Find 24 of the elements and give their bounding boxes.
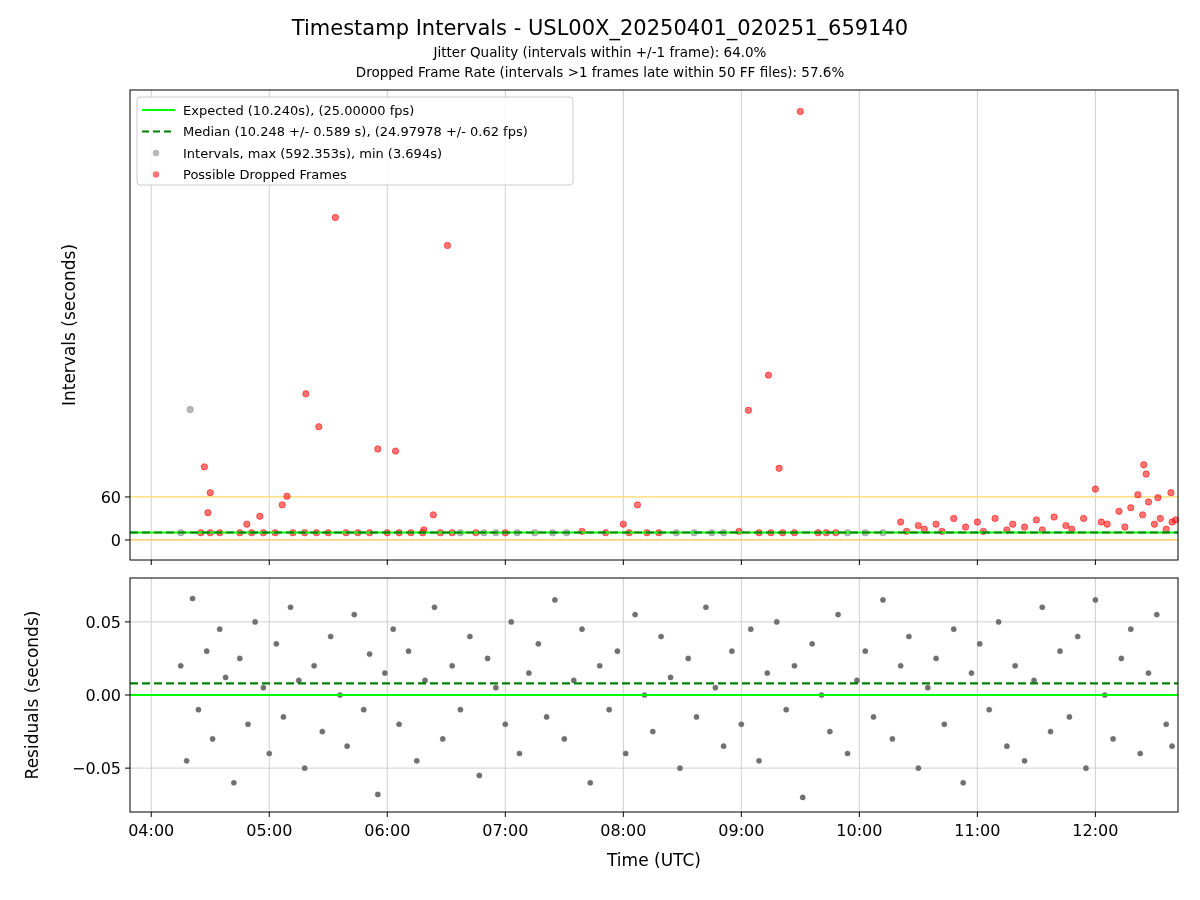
axis-label: Residuals (seconds) <box>22 610 42 780</box>
chart-subtitle: Dropped Frame Rate (intervals >1 frames late within 50 FF files): 57.6% <box>355 63 845 82</box>
tick-label: 0.00 <box>85 686 121 705</box>
tick-label: 11:00 <box>954 821 1001 840</box>
tick-label: 04:00 <box>128 821 175 840</box>
legend-label: Expected (10.240s), (25.00000 fps) <box>183 102 415 118</box>
tick-label: 07:00 <box>482 821 529 840</box>
legend-label: Median (10.248 +/- 0.589 s), (24.97978 +/- 0.62 fps) <box>183 124 528 139</box>
tick-label: 0.05 <box>85 612 121 632</box>
legend-label: Possible Dropped Frames <box>183 167 347 182</box>
tick-label: 06:00 <box>364 821 411 840</box>
tick-label: 10:00 <box>836 821 883 840</box>
tick-label: 12:00 <box>1072 821 1119 840</box>
chart-title: Timestamp Intervals - USL00X_20250401_020251_659140 <box>291 15 909 42</box>
axis-label: Time (UTC) <box>607 850 701 870</box>
legend-label: Intervals, max (592.353s), min (3.694s) <box>183 145 442 161</box>
tick-label: 05:00 <box>246 821 293 840</box>
axis-label: Intervals (seconds) <box>59 243 79 407</box>
tick-label: 08:00 <box>600 821 647 840</box>
tick-label: 0 <box>110 530 121 550</box>
tick-label: 09:00 <box>718 821 765 840</box>
chart-subtitle: Jitter Quality (intervals within +/-1 frame): 64.0% <box>433 43 767 62</box>
tick-label: −0.05 <box>71 759 121 779</box>
tick-label: 60 <box>100 487 121 507</box>
